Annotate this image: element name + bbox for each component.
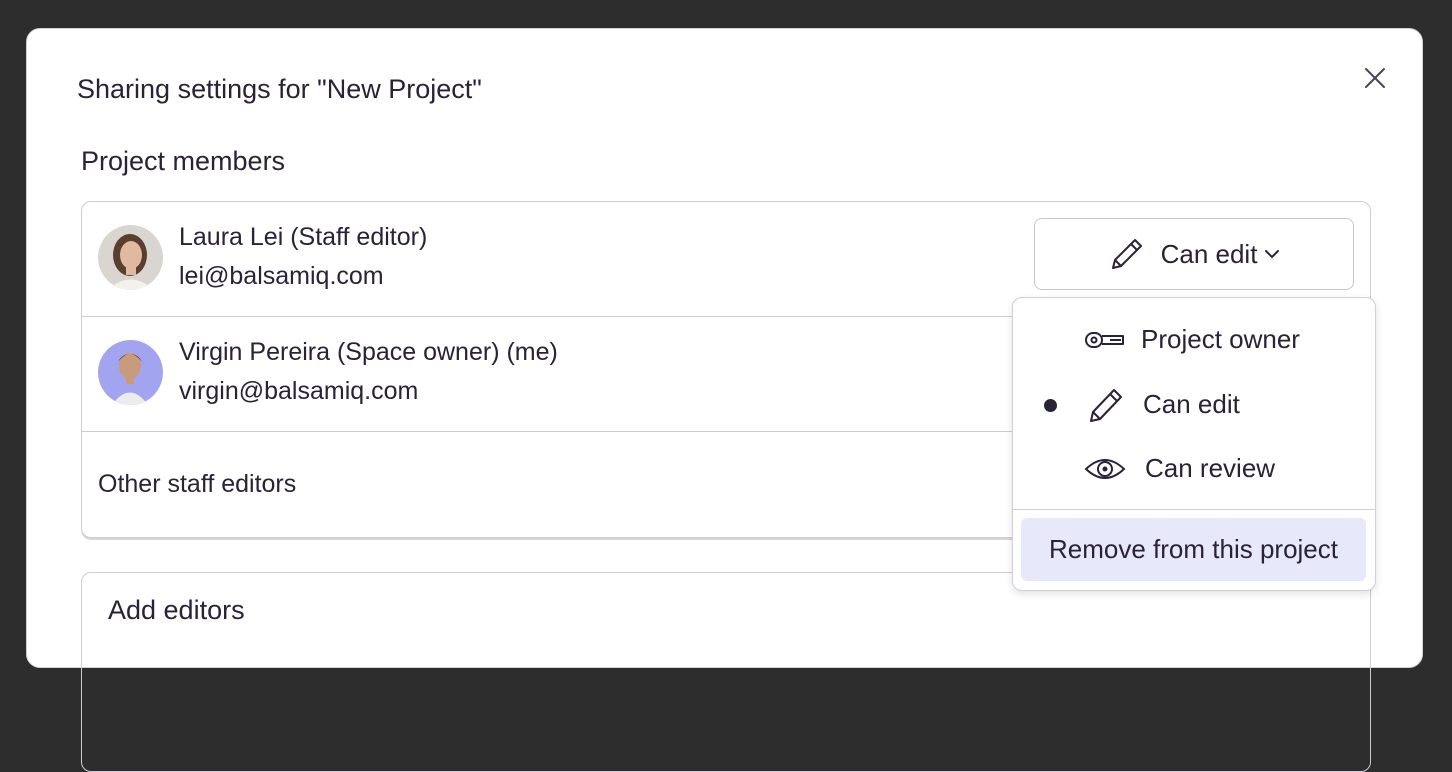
permission-label: Can edit	[1160, 238, 1258, 269]
chevron-down-icon	[1265, 250, 1280, 259]
member-email: lei@balsamiq.com	[179, 262, 384, 290]
menu-item-can-review[interactable]: Can review	[1013, 439, 1375, 499]
pencil-icon	[1090, 389, 1122, 422]
member-name: Virgin Pereira (Space owner) (me)	[179, 338, 558, 366]
selected-indicator	[1044, 399, 1057, 412]
menu-item-label: Can edit	[1143, 389, 1240, 419]
pencil-icon	[1111, 239, 1142, 269]
section-title-project-members: Project members	[81, 146, 286, 176]
key-icon	[1085, 332, 1124, 348]
permission-dropdown[interactable]: Can edit	[1034, 218, 1354, 290]
menu-item-project-owner[interactable]: Project owner	[1013, 310, 1375, 370]
add-editors-title: Add editors	[108, 595, 245, 625]
other-staff-label: Other staff editors	[98, 470, 297, 498]
menu-divider	[1013, 509, 1375, 510]
avatar	[98, 225, 163, 290]
avatar	[98, 340, 163, 405]
menu-item-can-edit[interactable]: Can edit	[1013, 375, 1375, 435]
remove-from-project-button[interactable]: Remove from this project	[1021, 518, 1366, 581]
close-icon[interactable]	[1360, 63, 1390, 93]
menu-item-label: Project owner	[1141, 324, 1300, 354]
menu-item-label: Can review	[1145, 453, 1276, 483]
dialog-title: Sharing settings for "New Project"	[77, 74, 482, 104]
eye-icon	[1084, 459, 1126, 479]
permission-menu: Project owner Can edit Can review Remove…	[1012, 297, 1376, 591]
close-button[interactable]	[1360, 63, 1390, 93]
member-email: virgin@balsamiq.com	[179, 377, 419, 405]
add-editors-section: Add editors	[81, 572, 1371, 772]
member-name: Laura Lei (Staff editor)	[179, 223, 428, 251]
